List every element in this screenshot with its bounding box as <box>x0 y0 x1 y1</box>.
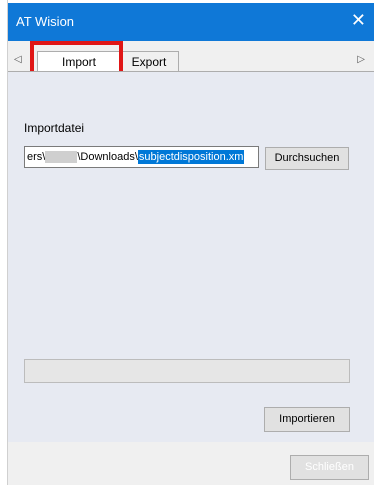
window-title: AT Wision <box>16 14 75 29</box>
redacted-username <box>45 151 78 164</box>
tab-scroll-left-icon[interactable]: ◁ <box>14 54 22 65</box>
import-button[interactable]: Importieren <box>264 407 350 432</box>
path-prefix: ers\ <box>27 151 46 163</box>
dialog-footer: Schließen <box>8 442 374 485</box>
import-file-label: Importdatei <box>24 121 85 135</box>
tab-scroll-right-icon[interactable]: ▷ <box>357 54 365 65</box>
title-bar: AT Wision ✕ <box>8 3 374 41</box>
tab-export[interactable]: Export <box>119 51 179 72</box>
close-icon[interactable]: ✕ <box>351 11 366 29</box>
close-button[interactable]: Schließen <box>290 455 369 480</box>
path-middle: \Downloads\ <box>77 151 138 163</box>
dialog-window: AT Wision ✕ ◁ Import Export ▷ Importdate… <box>7 0 374 485</box>
progress-bar <box>24 359 350 383</box>
import-panel: Importdatei ers\ \Downloads\subjectdispos… <box>8 71 374 443</box>
import-file-input[interactable]: ers\ \Downloads\subjectdisposition.xm <box>24 146 259 168</box>
path-selected-text: subjectdisposition.xm <box>137 150 245 164</box>
browse-button[interactable]: Durchsuchen <box>265 147 349 170</box>
